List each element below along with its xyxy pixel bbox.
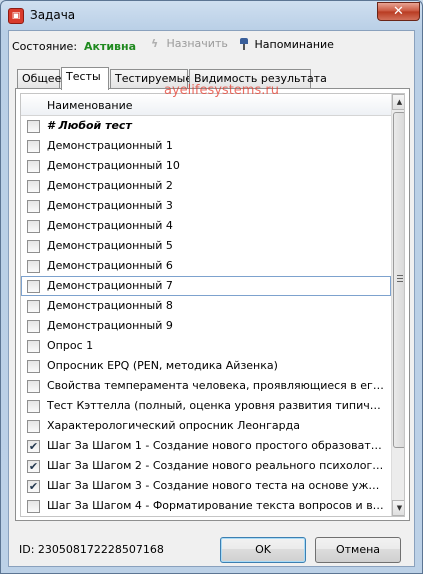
column-header-name: Наименование [47,99,133,112]
bolt-icon: ϟ [151,37,159,50]
list-item[interactable]: Опрос 1 [21,336,391,356]
list-item[interactable]: # Любой тест [21,116,391,136]
list-item[interactable]: Демонстрационный 10 [21,156,391,176]
assign-label: Назначить [166,37,228,50]
row-label: Шаг За Шагом 3 - Создание нового теста н… [47,479,385,492]
row-label: Демонстрационный 3 [47,199,173,212]
tests-list: Наименование # Любой тест Демонстрационны… [20,93,405,517]
dialog-body: Состояние: Активна ϟ Назначить Напоминан… [8,30,415,567]
row-checkbox[interactable]: ✔ [27,460,40,473]
row-checkbox[interactable] [27,140,40,153]
ok-button[interactable]: OK [220,537,306,563]
row-label: Опрос 1 [47,339,94,352]
reminder-label: Напоминание [254,38,334,51]
close-button[interactable]: ✕ [377,2,420,21]
row-label: Шаг За Шагом 4 - Форматирование текста в… [47,499,385,512]
row-label: Демонстрационный 1 [47,139,173,152]
pin-icon [237,37,251,51]
list-item[interactable]: Опросник EPQ (PEN, методика Айзенка) [21,356,391,376]
row-checkbox[interactable] [27,220,40,233]
row-checkbox[interactable] [27,160,40,173]
row-checkbox[interactable] [27,340,40,353]
close-icon: ✕ [393,4,404,19]
row-checkbox[interactable] [27,380,40,393]
row-label: Демонстрационный 7 [47,279,173,292]
reminder-button[interactable]: Напоминание [237,37,334,51]
row-checkbox[interactable] [27,360,40,373]
row-checkbox[interactable] [27,180,40,193]
list-item[interactable]: Демонстрационный 8 [21,296,391,316]
cancel-button[interactable]: Отмена [315,537,401,563]
row-checkbox[interactable] [27,300,40,313]
list-item[interactable]: Демонстрационный 3 [21,196,391,216]
row-label: Характерологический опросник Леонгарда [47,419,300,432]
list-item[interactable]: Свойства темперамента человека, проявляю… [21,376,391,396]
row-label: # Любой тест [47,119,132,132]
list-item[interactable]: Демонстрационный 1 [21,136,391,156]
state-label: Состояние: [12,40,78,53]
row-checkbox[interactable]: ✔ [27,440,40,453]
list-item[interactable]: Демонстрационный 9 [21,316,391,336]
checkmark-icon: ✔ [28,440,39,453]
tab-general[interactable]: Общее [17,69,61,89]
list-item[interactable]: Характерологический опросник Леонгарда [21,416,391,436]
checkmark-icon: ✔ [28,460,39,473]
tab-tests[interactable]: Тесты [61,67,109,90]
assign-button[interactable]: ϟ Назначить [151,37,228,50]
list-item[interactable]: ✔ Шаг За Шагом 3 - Создание нового теста … [21,476,391,496]
row-checkbox[interactable] [27,120,40,133]
status-toolbar: Состояние: Активна ϟ Назначить Напоминан… [9,31,414,61]
scroll-down-button[interactable]: ▼ [392,500,404,516]
row-label: Опросник EPQ (PEN, методика Айзенка) [47,359,278,372]
list-item[interactable]: Тест Кэттелла (полный, оценка уровня раз… [21,396,391,416]
row-label: Демонстрационный 10 [47,159,180,172]
row-label: Демонстрационный 5 [47,239,173,252]
grip-icon [397,275,403,282]
row-label: Демонстрационный 8 [47,299,173,312]
row-checkbox[interactable] [27,200,40,213]
row-label: Демонстрационный 4 [47,219,173,232]
row-label: Шаг За Шагом 2 - Создание нового реально… [47,459,385,472]
app-icon: ▣ [8,8,24,24]
scroll-thumb[interactable] [393,112,404,448]
row-checkbox[interactable] [27,320,40,333]
tests-panel: Наименование # Любой тест Демонстрационны… [15,88,410,521]
task-id: ID: 230508172228507168 [19,543,164,556]
list-item[interactable]: Демонстрационный 7 [21,276,391,296]
row-checkbox[interactable]: ✔ [27,480,40,493]
list-item[interactable]: Шаг За Шагом 4 - Форматирование текста в… [21,496,391,516]
title-bar[interactable]: ▣ Задача ✕ [1,1,422,30]
task-dialog: ▣ Задача ✕ Состояние: Активна ϟ Назначит… [0,0,423,574]
list-item[interactable]: Демонстрационный 2 [21,176,391,196]
scroll-up-button[interactable]: ▲ [392,94,404,110]
window-title: Задача [30,8,76,22]
row-checkbox[interactable] [27,420,40,433]
row-label: Демонстрационный 9 [47,319,173,332]
vertical-scrollbar[interactable]: ▲ ▼ [391,94,404,516]
row-label: Тест Кэттелла (полный, оценка уровня раз… [47,399,385,412]
row-checkbox[interactable] [27,400,40,413]
row-label: Демонстрационный 6 [47,259,173,272]
row-label: Шаг За Шагом 1 - Создание нового простог… [47,439,385,452]
row-checkbox[interactable] [27,500,40,513]
row-checkbox[interactable] [27,260,40,273]
list-rows: # Любой тест Демонстрационный 1 Демонстрац… [21,116,391,516]
checkmark-icon: ✔ [28,480,39,493]
row-checkbox[interactable] [27,280,40,293]
list-item[interactable]: ✔ Шаг За Шагом 1 - Создание нового просто… [21,436,391,456]
row-label: Свойства темперамента человека, проявляю… [47,379,385,392]
state-value: Активна [84,40,137,53]
chevron-up-icon: ▲ [396,98,403,106]
watermark: ayelifesystems.ru [164,83,279,98]
chevron-down-icon: ▼ [396,504,403,512]
list-item[interactable]: Демонстрационный 4 [21,216,391,236]
list-item[interactable]: Демонстрационный 5 [21,236,391,256]
list-item[interactable]: Демонстрационный 6 [21,256,391,276]
row-checkbox[interactable] [27,240,40,253]
list-item[interactable]: ✔ Шаг За Шагом 2 - Создание нового реальн… [21,456,391,476]
row-label: Демонстрационный 2 [47,179,173,192]
